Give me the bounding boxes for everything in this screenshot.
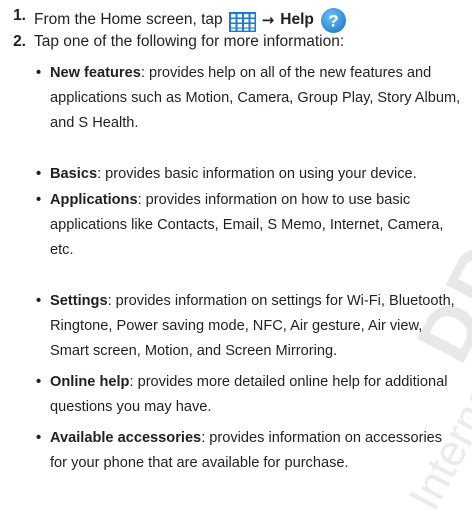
apps-grid-icon (228, 11, 256, 32)
bullet-body: Applications: provides information on ho… (50, 188, 466, 263)
bullet-body: Available accessories: provides informat… (50, 426, 466, 476)
bullet-text: : provides more detailed online help for… (129, 374, 448, 390)
bullet-dot: • (36, 430, 42, 446)
step-1-instruction: From the Home screen, tap (34, 10, 223, 28)
bullet-line: etc. (50, 242, 74, 258)
bullet-text: : provides information on accessories (201, 430, 443, 446)
bullet-text: : provides information on settings for W… (107, 293, 455, 309)
bullet-dot: • (36, 293, 42, 309)
bullet-line: Smart screen, Motion, and Screen Mirrori… (50, 343, 338, 359)
bullet-term: New features (50, 65, 141, 81)
bullet-dot: • (36, 374, 42, 390)
bullet-line: for your phone that are available for pu… (50, 455, 349, 471)
bullet-dot: • (36, 65, 42, 81)
bullet-text: : provides information on how to use bas… (137, 192, 411, 208)
help-menu-label: Help (280, 10, 314, 28)
bullet-body: Basics: provides basic information on us… (50, 162, 466, 187)
bullet-body: Settings: provides information on settin… (50, 289, 466, 364)
arrow-right-icon: → (261, 10, 275, 29)
bullet-line: applications like Contacts, Email, S Mem… (50, 217, 444, 233)
svg-text:?: ? (328, 12, 338, 31)
bullet-line: Settings: provides information on settin… (50, 289, 466, 314)
bullet-line: Available accessories: provides informat… (50, 426, 466, 451)
help-instructions-page: DRAFT Internal 1. From the Home screen, … (0, 0, 472, 518)
bullet-term: Basics (50, 166, 98, 182)
bullet-term: Available accessories (50, 430, 202, 446)
bullet-line: Ringtone, Power saving mode, NFC, Air ge… (50, 318, 423, 334)
bullet-body: New features: provides help on all of th… (50, 61, 466, 136)
bullet-line: New features: provides help on all of th… (50, 61, 466, 86)
bullet-text: : provides basic information on using yo… (97, 166, 417, 182)
step-number: 1. (13, 7, 26, 24)
bullet-line: Applications: provides information on ho… (50, 188, 466, 213)
bullet-term: Settings (50, 293, 108, 309)
step-text: From the Home screen, tap → Help ? (34, 6, 347, 33)
bullet-body: Online help: provides more detailed onli… (50, 370, 466, 420)
bullet-line: Online help: provides more detailed onli… (50, 370, 466, 395)
bullet-term: Online help (50, 374, 130, 390)
step-number: 2. (13, 33, 26, 50)
bullet-dot: • (36, 166, 42, 182)
bullet-line: questions you may have. (50, 399, 212, 415)
help-question-icon: ? (320, 7, 347, 34)
bullet-line: applications such as Motion, Camera, Gro… (50, 90, 461, 106)
bullet-dot: • (36, 192, 42, 208)
bullet-term: Applications (50, 192, 138, 208)
bullet-line: and S Health. (50, 115, 139, 131)
step-text: Tap one of the following for more inform… (34, 33, 345, 50)
bullet-text: : provides help on all of the new featur… (140, 65, 432, 81)
bullet-line: Basics: provides basic information on us… (50, 162, 466, 187)
